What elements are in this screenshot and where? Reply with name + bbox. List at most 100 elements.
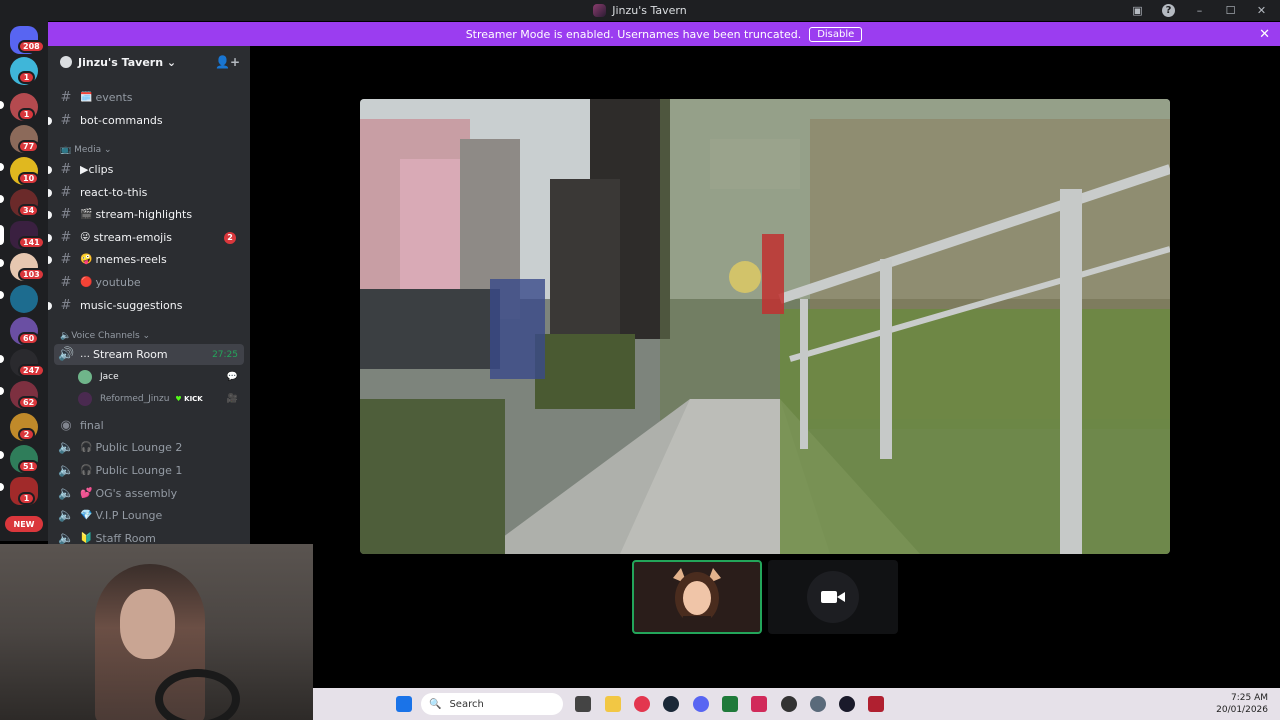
channel-events[interactable]: # 🗓️ events (54, 87, 244, 108)
guild-badge: 2 (18, 428, 35, 441)
voice-user[interactable]: Reformed_Jinzu ♥ KICK 🎥 (78, 388, 244, 409)
channel-label: V.I.P Lounge (95, 509, 163, 522)
speaker-icon: 🔈 (58, 463, 75, 478)
task-view-icon[interactable] (575, 696, 591, 712)
channel-emoji: 🗓️ (80, 92, 93, 103)
guild-badge: 34 (18, 204, 40, 217)
server-icon (593, 4, 607, 17)
maximize-button[interactable]: ☐ (1222, 2, 1239, 19)
window-title: Jinzu's Tavern (612, 4, 687, 17)
help-icon[interactable]: ? (1160, 2, 1177, 19)
channel-music-suggestions[interactable]: # music-suggestions (48, 295, 244, 316)
voice-channel-vip-lounge[interactable]: 🔈 💎 V.I.P Lounge (54, 505, 244, 526)
channel-clips[interactable]: # ▶clips (48, 159, 244, 180)
title-bar: Jinzu's Tavern ▣ ? – ☐ ✕ (0, 0, 1280, 21)
channel-emoji: 💕 (80, 488, 93, 499)
system-clock[interactable]: 7:25 AM 20/01/2026 (1216, 692, 1268, 716)
invite-people-icon[interactable]: 👤+ (215, 55, 240, 69)
unread-dot (48, 116, 52, 125)
app-icon[interactable] (751, 696, 767, 712)
minimize-button[interactable]: – (1191, 2, 1208, 19)
channel-label: react-to-this (80, 186, 148, 199)
unread-pip (0, 483, 4, 491)
stream-video[interactable] (360, 99, 1170, 554)
voice-channel-public-lounge-1[interactable]: 🔈 🎧 Public Lounge 1 (54, 460, 244, 481)
username: Jace (100, 371, 119, 382)
channel-emoji: 🔴 (80, 277, 93, 288)
channel-label: Stream Room (93, 348, 168, 361)
opera-icon[interactable] (634, 696, 650, 712)
avatar (78, 369, 92, 384)
obs-icon[interactable] (781, 696, 797, 712)
voice-user[interactable]: Jace 💬 (78, 366, 244, 387)
hash-icon: # (60, 162, 72, 177)
voice-channel-ogs-assembly[interactable]: 🔈 💕 OG's assembly (54, 483, 244, 504)
steam-icon[interactable] (663, 696, 679, 712)
unread-pip (0, 451, 4, 459)
hash-icon: # (60, 275, 72, 290)
channel-react-to-this[interactable]: # react-to-this (48, 182, 244, 203)
guild-badge: 62 (18, 396, 40, 409)
app-icon[interactable] (868, 696, 884, 712)
avatar-illustration (673, 568, 721, 628)
channel-label: youtube (95, 276, 141, 289)
file-explorer-icon[interactable] (605, 696, 621, 712)
unread-pip (0, 387, 4, 395)
app-icon[interactable] (722, 696, 738, 712)
channel-emoji: 🎧 (80, 465, 93, 476)
voice-channel-final[interactable]: ◉ final (54, 415, 244, 436)
hash-icon: # (60, 252, 72, 267)
streamer-mode-banner: Streamer Mode is enabled. Usernames have… (48, 22, 1280, 46)
speaker-icon: 🔈 (58, 486, 75, 501)
participant-tile-avatar[interactable] (632, 560, 762, 634)
inbox-icon[interactable]: ▣ (1129, 2, 1146, 19)
camera-icon: 🎥 (226, 393, 238, 404)
guild-icon[interactable] (10, 285, 38, 313)
settings-gear-icon[interactable] (810, 696, 826, 712)
discord-icon[interactable] (693, 696, 709, 712)
channel-memes-reels[interactable]: # 🤪 memes-reels (48, 249, 244, 270)
channel-bot-commands[interactable]: # bot-commands (48, 110, 244, 131)
channel-stream-highlights[interactable]: # 🎬 stream-highlights (48, 204, 244, 225)
category-voice-channels[interactable]: 🔈Voice Channels ⌄ (60, 331, 150, 341)
taskbar-search[interactable]: 🔍 Search (421, 693, 563, 715)
server-list: 208 1 1 77 10 34 141 103 60 247 62 2 51 … (0, 21, 48, 541)
server-globe-icon (60, 56, 72, 68)
speaker-icon: ◉ (60, 418, 72, 433)
unread-pip (0, 259, 4, 267)
guild-badge: 208 (18, 40, 45, 53)
guild-badge: 247 (18, 364, 45, 377)
channel-label: music-suggestions (80, 299, 183, 312)
guild-badge: 10 (18, 172, 40, 185)
category-media[interactable]: 📺 Media ⌄ (60, 145, 112, 155)
close-banner-icon[interactable]: ✕ (1259, 27, 1270, 42)
participant-tile-camera[interactable] (768, 560, 898, 634)
clock-time: 7:25 AM (1231, 693, 1268, 703)
streamer-face (120, 589, 175, 659)
server-header[interactable]: Jinzu's Tavern ⌄ 👤+ (48, 46, 250, 78)
unread-dot (48, 210, 52, 219)
voice-channel-staff-room[interactable]: 🔈 🔰 Staff Room (54, 528, 244, 544)
channel-youtube[interactable]: # 🔴 youtube (54, 272, 244, 293)
voice-channel-stream-room[interactable]: 🔊 … Stream Room 27:25 (54, 344, 244, 365)
guild-badge: 141 (18, 236, 45, 249)
hash-icon: # (60, 207, 72, 222)
guild-badge: 1 (18, 71, 35, 84)
chat-bubble-icon: 💬 (226, 371, 238, 382)
channel-emoji: 🔰 (80, 533, 93, 544)
steering-wheel (155, 669, 240, 720)
new-badge[interactable]: NEW (5, 516, 43, 532)
unread-pip (0, 291, 4, 299)
disable-button[interactable]: Disable (809, 26, 863, 42)
guild-badge: 60 (18, 332, 40, 345)
hash-icon: # (60, 298, 72, 313)
windows-start-icon[interactable] (396, 696, 412, 712)
voice-channel-public-lounge-2[interactable]: 🔈 🎧 Public Lounge 2 (54, 437, 244, 458)
unread-dot (48, 188, 52, 197)
channel-stream-emojis[interactable]: # 😜 stream-emojis 2 (48, 227, 244, 248)
close-button[interactable]: ✕ (1253, 2, 1270, 19)
app-icon[interactable] (839, 696, 855, 712)
speaker-icon: 🔊 (58, 347, 75, 362)
unread-dot (48, 255, 52, 264)
camera-off-placeholder (807, 571, 859, 623)
